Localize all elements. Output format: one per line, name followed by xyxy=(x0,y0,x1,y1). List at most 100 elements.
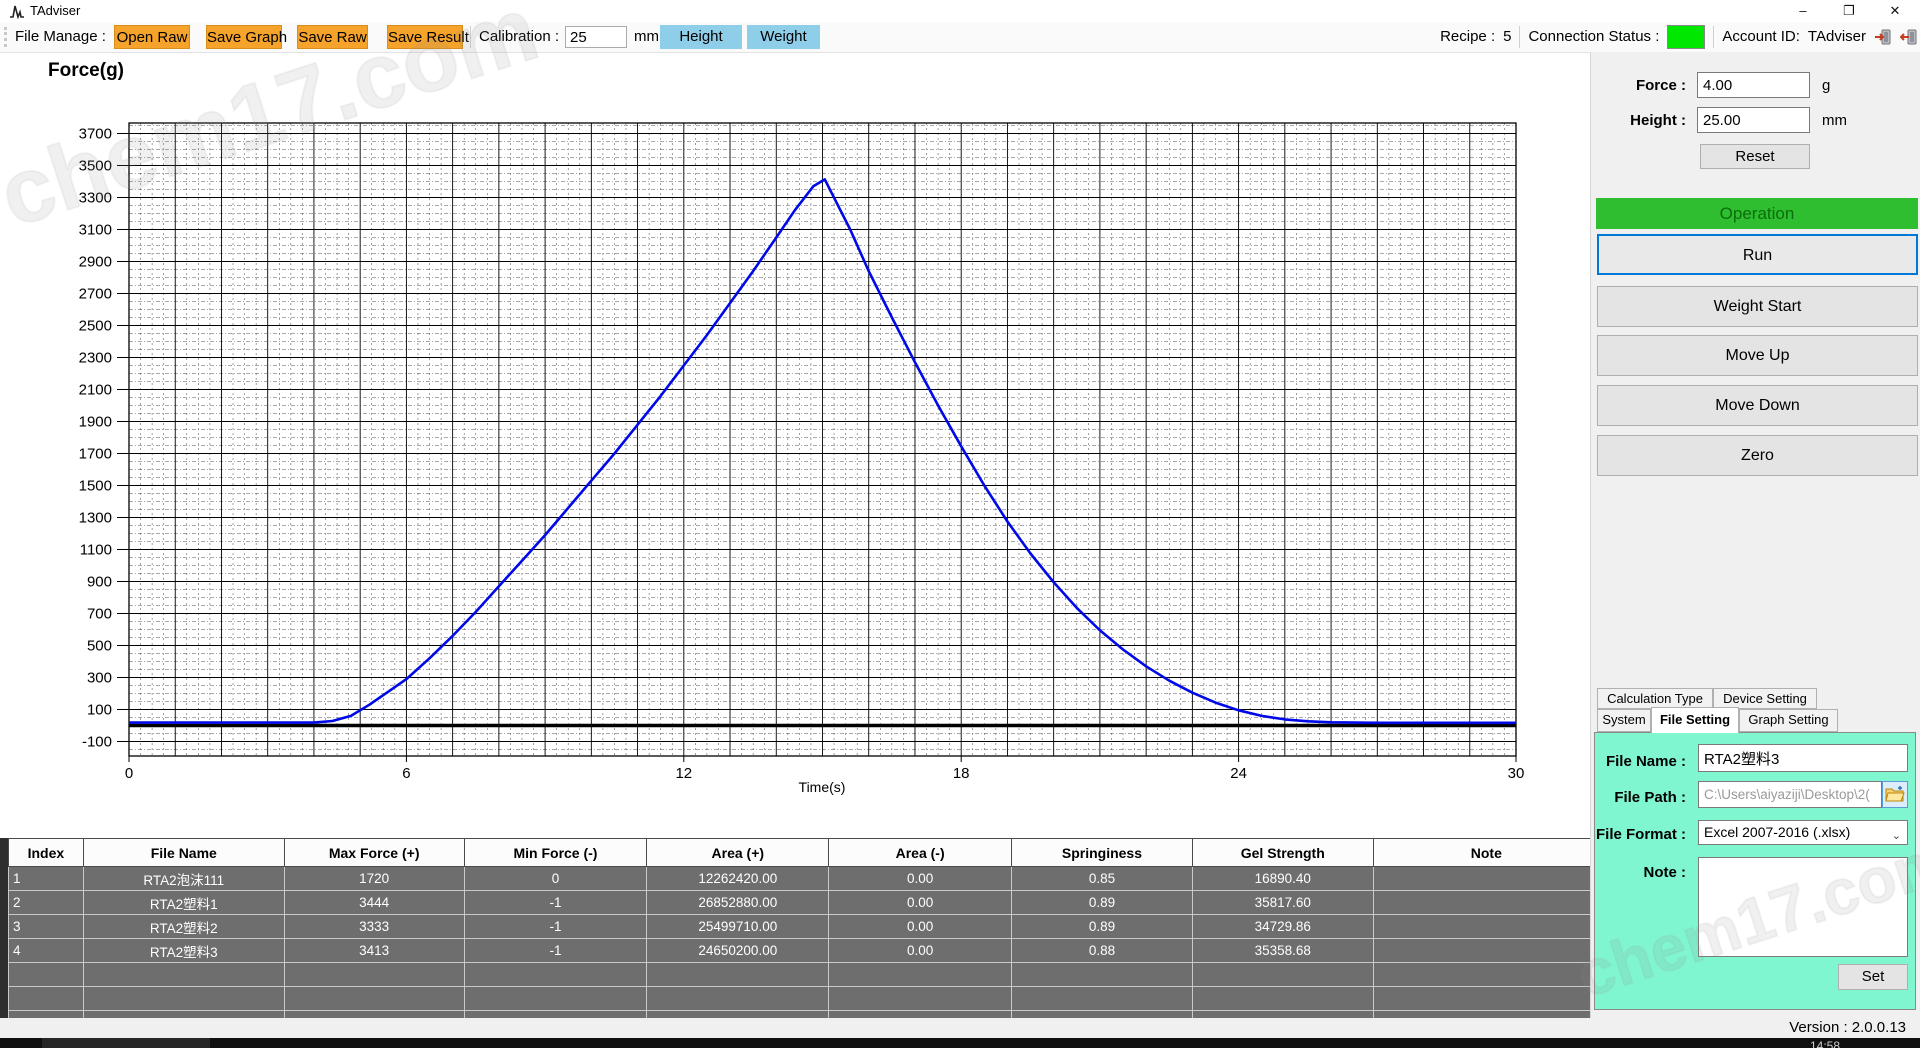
table-row-empty[interactable] xyxy=(9,987,1600,1011)
logout-icon[interactable] xyxy=(1900,28,1918,46)
connection-status-indicator xyxy=(1667,25,1705,49)
axis-tick-label: 100 xyxy=(87,702,112,719)
force-time-chart: 3700350033003100290027002500230021001900… xyxy=(0,52,1590,838)
zero-button[interactable]: Zero xyxy=(1597,435,1918,476)
calibration-unit: mm xyxy=(634,22,659,52)
toolbar-button-save-graph[interactable]: Save Graph xyxy=(206,25,282,49)
reset-button[interactable]: Reset xyxy=(1700,144,1810,169)
open-folder-icon xyxy=(1885,785,1905,803)
table-row[interactable]: 4RTA2塑料33413-124650200.000.000.8835358.6… xyxy=(9,939,1600,963)
height-label: Height : xyxy=(1600,112,1686,129)
close-button[interactable]: ✕ xyxy=(1872,0,1918,22)
table-header-index[interactable]: Index xyxy=(9,839,84,867)
toolbar-button-open-raw[interactable]: Open Raw xyxy=(114,25,190,49)
table-cell: -1 xyxy=(464,891,647,915)
taskbar-app-segment[interactable] xyxy=(42,1038,210,1048)
taskbar[interactable]: 14:58 xyxy=(0,1038,1920,1048)
table-row[interactable]: 3RTA2塑料23333-125499710.000.000.8934729.8… xyxy=(9,915,1600,939)
table-header-note[interactable]: Note xyxy=(1373,839,1599,867)
table-header-file-name[interactable]: File Name xyxy=(83,839,284,867)
move-down-button[interactable]: Move Down xyxy=(1597,385,1918,426)
login-icon[interactable] xyxy=(1874,28,1892,46)
axis-tick-label: 12 xyxy=(675,765,692,782)
table-cell: 12262420.00 xyxy=(647,867,829,891)
table-cell xyxy=(1373,915,1599,939)
axis-tick-label: 24 xyxy=(1230,765,1247,782)
restore-button[interactable]: ❐ xyxy=(1826,0,1872,22)
table-header-springiness[interactable]: Springiness xyxy=(1012,839,1193,867)
force-label: Force : xyxy=(1600,77,1686,94)
browse-folder-button[interactable] xyxy=(1882,781,1908,808)
minimize-button[interactable]: – xyxy=(1780,0,1826,22)
table-header-gel-strength[interactable]: Gel Strength xyxy=(1192,839,1373,867)
table-cell: 24650200.00 xyxy=(647,939,829,963)
height-input[interactable] xyxy=(1697,107,1810,133)
force-input[interactable] xyxy=(1697,72,1810,98)
table-cell xyxy=(1373,939,1599,963)
connection-status-label: Connection Status : xyxy=(1528,22,1659,52)
tab-graph-setting[interactable]: Graph Setting xyxy=(1739,709,1838,732)
table-cell: 4 xyxy=(9,939,84,963)
table-row[interactable]: 1RTA2泡沫1111720012262420.000.000.8516890.… xyxy=(9,867,1600,891)
axis-tick-label: 1500 xyxy=(79,478,112,495)
table-header-max-force-+-[interactable]: Max Force (+) xyxy=(284,839,464,867)
toolbar-button-save-raw[interactable]: Save Raw xyxy=(297,25,368,49)
table-cell xyxy=(1192,987,1373,1011)
table-row[interactable]: 2RTA2塑料13444-126852880.000.000.8935817.6… xyxy=(9,891,1600,915)
axis-tick-label: 3100 xyxy=(79,222,112,239)
table-row-empty[interactable] xyxy=(9,963,1600,987)
toolbar-button-save-result[interactable]: Save Result xyxy=(387,25,463,49)
title-bar: TAdviser – ❐ ✕ xyxy=(0,0,1920,22)
app-logo-icon xyxy=(9,4,25,19)
toolbar-grip[interactable] xyxy=(4,27,7,47)
tab-device-setting[interactable]: Device Setting xyxy=(1713,688,1817,709)
table-cell xyxy=(829,963,1012,987)
toolbar-button-height[interactable]: Height xyxy=(660,25,742,49)
toolbar-button-weight[interactable]: Weight xyxy=(747,25,820,49)
table-cell: 35358.68 xyxy=(1192,939,1373,963)
table-cell: 25499710.00 xyxy=(647,915,829,939)
file-format-value: Excel 2007-2016 (.xlsx) xyxy=(1704,824,1850,840)
tab-system[interactable]: System xyxy=(1597,709,1651,732)
table-cell: 34729.86 xyxy=(1192,915,1373,939)
note-textarea[interactable] xyxy=(1698,857,1908,957)
account-id-label: Account ID: xyxy=(1722,22,1800,52)
toolbar-separator xyxy=(1519,26,1520,48)
height-unit: mm xyxy=(1822,112,1847,129)
axis-tick-label: 3300 xyxy=(79,190,112,207)
table-header-area-+-[interactable]: Area (+) xyxy=(647,839,829,867)
toolbar: File Manage : Calibration : mm Recipe : … xyxy=(0,22,1920,53)
table-header-area---[interactable]: Area (-) xyxy=(829,839,1012,867)
table-cell: 26852880.00 xyxy=(647,891,829,915)
axis-tick-label: 300 xyxy=(87,670,112,687)
file-format-select[interactable]: Excel 2007-2016 (.xlsx) ⌄ xyxy=(1698,820,1908,845)
result-table[interactable]: IndexFile NameMax Force (+)Min Force (-)… xyxy=(8,838,1600,1035)
table-cell xyxy=(1012,963,1193,987)
table-cell xyxy=(1373,987,1599,1011)
move-up-button[interactable]: Move Up xyxy=(1597,335,1918,376)
run-button[interactable]: Run xyxy=(1597,234,1918,275)
axis-tick-label: 18 xyxy=(953,765,970,782)
table-cell: 1720 xyxy=(284,867,464,891)
tab-file-setting[interactable]: File Setting xyxy=(1651,707,1739,733)
tab-calculation-type[interactable]: Calculation Type xyxy=(1597,688,1713,709)
table-cell xyxy=(284,987,464,1011)
axis-tick-label: 1300 xyxy=(79,510,112,527)
table-cell xyxy=(1373,867,1599,891)
weight-start-button[interactable]: Weight Start xyxy=(1597,286,1918,327)
calibration-input[interactable] xyxy=(565,26,627,48)
table-cell: -1 xyxy=(464,939,647,963)
table-cell xyxy=(9,987,84,1011)
table-header-min-force---[interactable]: Min Force (-) xyxy=(464,839,647,867)
axis-tick-label: 1900 xyxy=(79,414,112,431)
file-name-input[interactable] xyxy=(1698,744,1908,772)
axis-tick-label: 2900 xyxy=(79,254,112,271)
set-button[interactable]: Set xyxy=(1838,964,1908,990)
file-path-input[interactable] xyxy=(1698,781,1882,808)
axis-tick-label: 700 xyxy=(87,606,112,623)
operation-header: Operation xyxy=(1596,198,1918,229)
file-path-label: File Path : xyxy=(1600,789,1686,806)
table-cell: RTA2塑料1 xyxy=(83,891,284,915)
toolbar-separator xyxy=(470,26,471,48)
axis-tick-label: 2300 xyxy=(79,350,112,367)
